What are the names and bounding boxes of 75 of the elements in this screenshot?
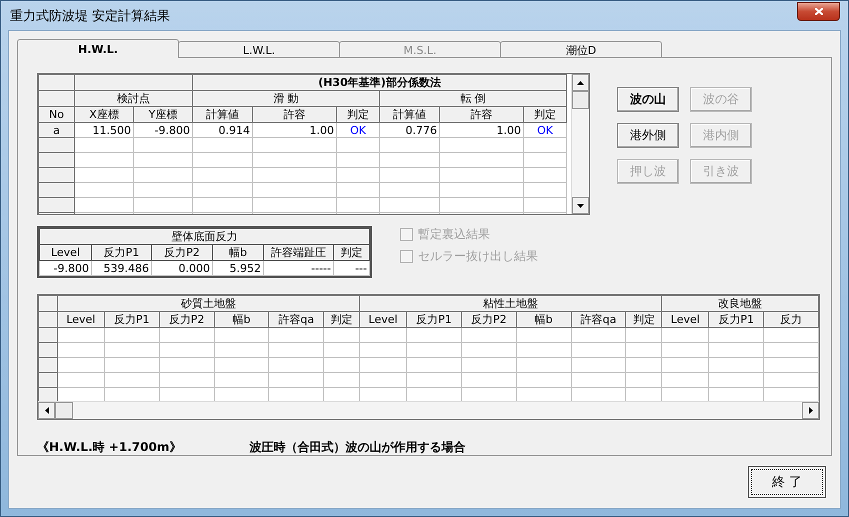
- column-header: 滑 動: [192, 90, 380, 106]
- column-header: 幅b: [212, 244, 264, 260]
- close-dialog-button[interactable]: 終 了: [748, 466, 826, 498]
- column-header: 粘性土地盤: [360, 296, 662, 312]
- column-header: 幅b: [214, 312, 269, 328]
- column-header: 反力P1: [104, 312, 160, 328]
- column-header: Level: [57, 312, 104, 328]
- column-header: 許容qa: [268, 312, 324, 328]
- column-header: No: [38, 106, 74, 122]
- tab[interactable]: H.W.L.: [17, 39, 179, 58]
- row-header: a: [38, 122, 74, 138]
- close-icon: [814, 8, 822, 15]
- right-arrow-icon: [808, 407, 812, 414]
- column-header: 判定: [336, 106, 380, 122]
- scroll-left-button[interactable]: [38, 402, 55, 419]
- column-header: 判定: [334, 244, 370, 260]
- table-cell: -----: [264, 260, 334, 276]
- table-cell: 1.00: [440, 122, 524, 138]
- column-header: 計算値: [192, 106, 252, 122]
- up-arrow-icon: [577, 80, 584, 84]
- case-description: 波圧時（合田式）波の山が作用する場合: [249, 439, 466, 456]
- column-header: 計算値: [380, 106, 440, 122]
- down-arrow-icon: [577, 204, 584, 208]
- column-header: 改良地盤: [662, 296, 818, 312]
- column-header: 許容: [440, 106, 524, 122]
- column-header: 転 倒: [380, 90, 566, 106]
- column-header: 反力P1: [92, 244, 152, 260]
- vertical-scrollbar[interactable]: [571, 74, 589, 214]
- column-header: 反力P2: [152, 244, 212, 260]
- option-button[interactable]: 波の山: [617, 87, 679, 112]
- column-header: 反力P2: [159, 312, 214, 328]
- table-cell: 0.000: [152, 260, 212, 276]
- column-header: 反力P2: [461, 312, 516, 328]
- table-cell: 0.776: [380, 122, 440, 138]
- left-arrow-icon: [44, 407, 48, 414]
- close-button[interactable]: [797, 2, 840, 21]
- horizontal-scrollbar[interactable]: [38, 401, 819, 419]
- table-cell: 5.952: [212, 260, 264, 276]
- column-header: 判定: [524, 106, 566, 122]
- scroll-right-button[interactable]: [802, 402, 819, 419]
- table-cell: OK: [336, 122, 380, 138]
- scroll-up-button[interactable]: [572, 74, 589, 91]
- column-header: X座標: [74, 106, 134, 122]
- column-header: Level: [662, 312, 709, 328]
- tide-level-label: 《H.W.L.時 +1.700m》: [37, 439, 182, 456]
- column-header: 判定: [324, 312, 360, 328]
- column-header: 判定: [626, 312, 662, 328]
- column-header: 検討点: [74, 90, 192, 106]
- column-header: 許容qa: [571, 312, 626, 328]
- column-header: 反力: [764, 312, 818, 328]
- column-header: (H30年基準)部分係数法: [192, 74, 566, 90]
- table-cell: -9.800: [134, 122, 192, 138]
- scroll-down-button[interactable]: [572, 197, 589, 214]
- column-header: 許容端趾圧: [264, 244, 334, 260]
- column-header: Level: [360, 312, 407, 328]
- table-cell: 11.500: [74, 122, 134, 138]
- tab[interactable]: 潮位D: [500, 41, 662, 58]
- scrollbar-thumb[interactable]: [572, 91, 589, 109]
- table-cell: -9.800: [40, 260, 92, 276]
- column-header: 反力P1: [708, 312, 764, 328]
- table-cell: 539.486: [92, 260, 152, 276]
- table-cell: ---: [334, 260, 370, 276]
- column-header: Level: [40, 244, 92, 260]
- column-header: 幅b: [516, 312, 572, 328]
- scrollbar-thumb[interactable]: [55, 402, 73, 419]
- column-header: 許容: [252, 106, 336, 122]
- table-cell: OK: [524, 122, 566, 138]
- table-cell: 0.914: [192, 122, 252, 138]
- table-cell: 1.00: [252, 122, 336, 138]
- column-header: 反力P1: [406, 312, 462, 328]
- option-button[interactable]: 港外側: [617, 123, 679, 148]
- window-title: 重力式防波堤 安定計算結果: [10, 8, 170, 24]
- column-header: 壁体底面反力: [40, 228, 370, 244]
- column-header: Y座標: [134, 106, 192, 122]
- column-header: 砂質土地盤: [57, 296, 360, 312]
